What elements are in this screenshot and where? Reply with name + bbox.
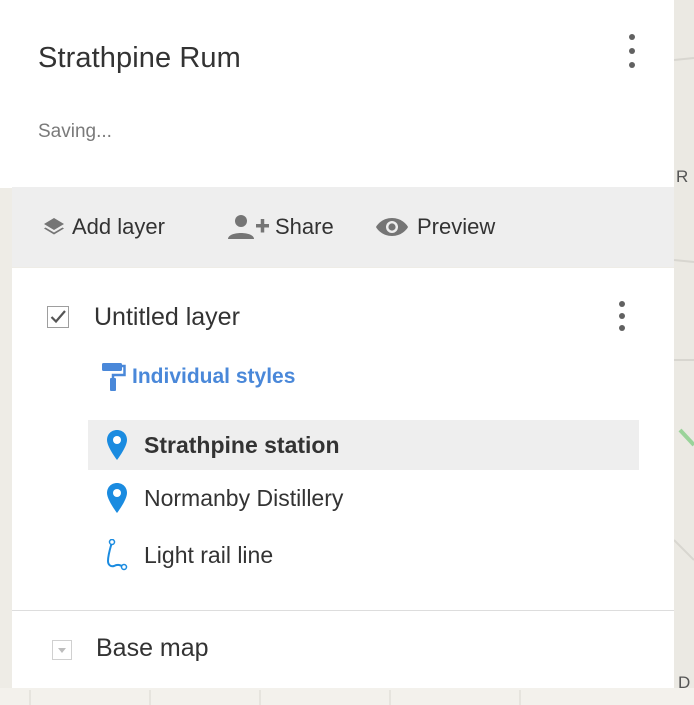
save-status: Saving...	[38, 121, 112, 142]
dot-icon	[619, 301, 625, 307]
panel-header: Strathpine Rum Saving...	[0, 0, 674, 188]
layer-visibility-checkbox[interactable]	[47, 306, 69, 328]
individual-styles-link[interactable]: Individual styles	[100, 361, 295, 393]
dot-icon	[629, 48, 635, 54]
dot-icon	[619, 313, 625, 319]
map-pin-icon	[104, 482, 130, 514]
feature-item-normanby-distillery[interactable]: Normanby Distillery	[88, 473, 639, 523]
base-map-toggle[interactable]	[52, 640, 72, 660]
layer-toolbar: Add layer Share Preview	[12, 187, 674, 267]
share-label: Share	[275, 214, 334, 239]
feature-item-strathpine-station[interactable]: Strathpine station	[88, 420, 639, 470]
feature-label: Normanby Distillery	[144, 484, 344, 511]
feature-label: Light rail line	[144, 541, 274, 568]
dot-icon	[629, 62, 635, 68]
map-title[interactable]: Strathpine Rum	[38, 42, 241, 75]
map-label: R	[676, 167, 689, 186]
paint-roller-icon	[102, 363, 126, 391]
add-layer-label: Add layer	[72, 214, 165, 239]
dot-icon	[629, 34, 635, 40]
map-options-menu-button[interactable]	[620, 31, 644, 71]
add-person-icon	[228, 215, 269, 239]
layers-icon	[44, 218, 64, 235]
feature-item-light-rail-line[interactable]: Light rail line	[88, 530, 639, 580]
preview-label: Preview	[417, 214, 496, 239]
add-layer-button[interactable]: Add layer	[42, 187, 165, 267]
share-button[interactable]: Share	[227, 187, 334, 267]
dot-icon	[619, 325, 625, 331]
chevron-down-icon	[58, 648, 66, 653]
eye-icon	[376, 218, 408, 236]
map-pin-icon	[104, 429, 130, 461]
layer-options-menu-button[interactable]	[610, 298, 634, 338]
preview-button[interactable]: Preview	[375, 187, 495, 267]
base-map-section[interactable]: Base map	[12, 611, 674, 688]
individual-styles-label: Individual styles	[132, 365, 296, 388]
base-map-label: Base map	[96, 634, 209, 662]
feature-label: Strathpine station	[144, 431, 340, 458]
line-path-icon	[104, 539, 130, 571]
map-label: D	[678, 673, 691, 692]
layer-name[interactable]: Untitled layer	[94, 303, 240, 332]
layer-panel: Untitled layer Individual styles Strathp…	[12, 268, 674, 610]
checkmark-icon	[47, 306, 69, 328]
